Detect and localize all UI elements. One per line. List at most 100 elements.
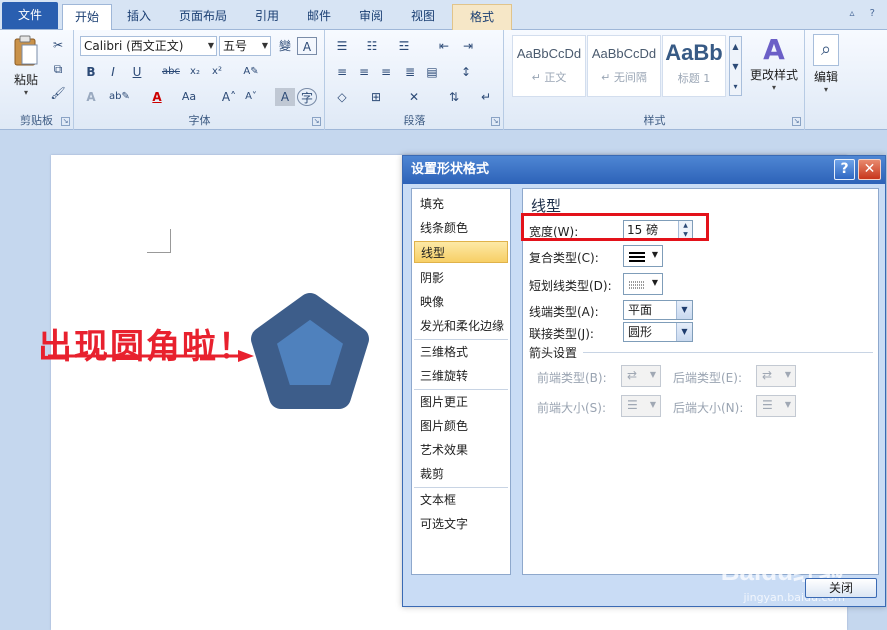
- borders-icon[interactable]: ⊞: [366, 88, 386, 106]
- style-normal[interactable]: AaBbCcDd ↵ 正文: [512, 35, 586, 97]
- compound-type-dropdown[interactable]: ▼: [623, 245, 663, 267]
- align-left-icon[interactable]: ≡: [332, 63, 352, 81]
- binoculars-icon: ⌕: [813, 34, 839, 66]
- font-size-combo[interactable]: 五号 ▼: [219, 36, 271, 56]
- increase-indent-icon[interactable]: ⇥: [458, 37, 478, 55]
- change-styles-button[interactable]: A 更改样式 ▾: [747, 34, 801, 93]
- tab-mailings[interactable]: 邮件: [294, 4, 344, 30]
- tab-insert[interactable]: 插入: [114, 4, 164, 30]
- chevron-down-icon: ▼: [649, 400, 656, 409]
- tab-file[interactable]: 文件: [2, 2, 58, 29]
- cut-icon[interactable]: ✂: [48, 36, 68, 54]
- close-button[interactable]: 关闭: [805, 578, 877, 598]
- close-icon[interactable]: ✕: [858, 159, 881, 180]
- text-effects-icon[interactable]: A: [81, 88, 101, 106]
- editing-button[interactable]: ⌕ 编辑 ▾: [808, 34, 844, 94]
- align-right-icon[interactable]: ≡: [376, 63, 396, 81]
- help-icon[interactable]: ?: [834, 159, 855, 180]
- superscript-icon[interactable]: x²: [207, 63, 227, 81]
- pentagon-shape[interactable]: [245, 291, 375, 416]
- italic-icon[interactable]: I: [103, 63, 123, 81]
- line-spacing-icon[interactable]: ↕: [456, 63, 476, 81]
- nav-item-alt-text[interactable]: 可选文字: [414, 513, 508, 535]
- nav-item-shadow[interactable]: 阴影: [414, 267, 508, 289]
- chevron-down-icon: ▼: [261, 41, 268, 50]
- styles-scroll-icon[interactable]: ▲ ▼ ▾: [729, 36, 742, 96]
- paragraph-launcher-icon[interactable]: ↘: [491, 117, 500, 126]
- bullets-icon[interactable]: ☰: [332, 37, 352, 55]
- nav-item-glow[interactable]: 发光和柔化边缘: [414, 315, 508, 337]
- char-border-icon[interactable]: A: [297, 37, 317, 55]
- paste-button[interactable]: 粘贴 ▾: [8, 34, 44, 97]
- justify-icon[interactable]: ≣: [400, 63, 420, 81]
- nav-item-picture-color[interactable]: 图片颜色: [414, 415, 508, 437]
- join-type-dropdown[interactable]: 圆形 ▼: [623, 322, 693, 342]
- font-size-value: 五号: [223, 39, 248, 53]
- nav-item-fill[interactable]: 填充: [414, 193, 508, 215]
- ribbon-minimize-help-icons[interactable]: ▵ ?: [849, 8, 881, 19]
- style-no-spacing[interactable]: AaBbCcDd ↵ 无间隔: [587, 35, 661, 97]
- char-shading-icon[interactable]: A: [275, 88, 295, 106]
- nav-divider: [414, 339, 508, 340]
- decrease-indent-icon[interactable]: ⇤: [434, 37, 454, 55]
- nav-item-3d-rotation[interactable]: 三维旋转: [414, 365, 508, 387]
- tab-references[interactable]: 引用: [242, 4, 292, 30]
- compound-lines-icon: [629, 252, 645, 262]
- nav-item-line-color[interactable]: 线条颜色: [414, 217, 508, 239]
- grow-font-icon[interactable]: A˄: [219, 88, 239, 106]
- begin-size-dropdown[interactable]: ☰ ▼: [621, 395, 661, 417]
- align-center-icon[interactable]: ≡: [354, 63, 374, 81]
- arrow-size-icon: ☰: [762, 398, 773, 412]
- margin-corner-mark: [147, 229, 171, 253]
- style-heading-1[interactable]: AaBb 标题 1: [662, 35, 726, 97]
- nav-item-line-style[interactable]: 线型: [414, 241, 508, 263]
- font-launcher-icon[interactable]: ↘: [312, 117, 321, 126]
- tab-view[interactable]: 视图: [398, 4, 448, 30]
- nav-item-artistic-effects[interactable]: 艺术效果: [414, 439, 508, 461]
- enclose-char-icon[interactable]: 字: [297, 88, 317, 106]
- strikethrough-icon[interactable]: abc: [161, 63, 181, 81]
- font-color-icon[interactable]: A: [147, 88, 167, 106]
- nav-item-picture-corrections[interactable]: 图片更正: [414, 391, 508, 413]
- copy-icon[interactable]: ⧉: [48, 60, 68, 78]
- subscript-icon[interactable]: x₂: [185, 63, 205, 81]
- underline-icon[interactable]: U: [127, 63, 147, 81]
- end-size-dropdown[interactable]: ☰ ▼: [756, 395, 796, 417]
- tab-home[interactable]: 开始: [62, 4, 112, 31]
- clear-format-icon[interactable]: A✎: [241, 63, 261, 81]
- group-label-font: 字体: [188, 114, 211, 127]
- cap-type-dropdown[interactable]: 平面 ▼: [623, 300, 693, 320]
- paste-label: 粘贴: [13, 73, 38, 87]
- tab-page-layout[interactable]: 页面布局: [168, 4, 238, 30]
- chevron-down-icon: ▼: [784, 400, 791, 409]
- dash-type-label: 短划线类型(D):: [529, 279, 612, 293]
- nav-item-text-box[interactable]: 文本框: [414, 489, 508, 511]
- chevron-down-icon: ▼: [651, 250, 658, 259]
- change-case-icon[interactable]: Aa: [179, 88, 199, 106]
- format-painter-icon[interactable]: 🖌: [48, 84, 68, 102]
- begin-type-dropdown[interactable]: ⇄ ▼: [621, 365, 661, 387]
- highlight-icon[interactable]: ab✎: [109, 88, 130, 106]
- phonetic-guide-icon[interactable]: 變: [275, 37, 295, 55]
- cap-type-value: 平面: [628, 303, 653, 317]
- tab-review[interactable]: 审阅: [346, 4, 396, 30]
- shrink-font-icon[interactable]: A˅: [241, 88, 261, 106]
- chinese-layout-icon[interactable]: ✕: [404, 88, 424, 106]
- bold-icon[interactable]: B: [81, 63, 101, 81]
- distributed-icon[interactable]: ▤: [422, 63, 442, 81]
- font-name-combo[interactable]: Calibri (西文正文) ▼: [80, 36, 217, 56]
- clipboard-launcher-icon[interactable]: ↘: [61, 117, 70, 126]
- multilevel-list-icon[interactable]: ☲: [394, 37, 414, 55]
- show-marks-icon[interactable]: ↵: [476, 88, 496, 106]
- tab-format[interactable]: 格式: [452, 4, 512, 31]
- shading-icon[interactable]: ◇: [332, 88, 352, 106]
- nav-item-crop[interactable]: 裁剪: [414, 463, 508, 485]
- numbering-icon[interactable]: ☷: [362, 37, 382, 55]
- dash-type-dropdown[interactable]: ▼: [623, 273, 663, 295]
- nav-item-reflection[interactable]: 映像: [414, 291, 508, 313]
- styles-launcher-icon[interactable]: ↘: [792, 117, 801, 126]
- nav-item-3d-format[interactable]: 三维格式: [414, 341, 508, 363]
- sort-icon[interactable]: ⇅: [444, 88, 464, 106]
- end-type-dropdown[interactable]: ⇄ ▼: [756, 365, 796, 387]
- compound-type-label: 复合类型(C):: [529, 251, 599, 265]
